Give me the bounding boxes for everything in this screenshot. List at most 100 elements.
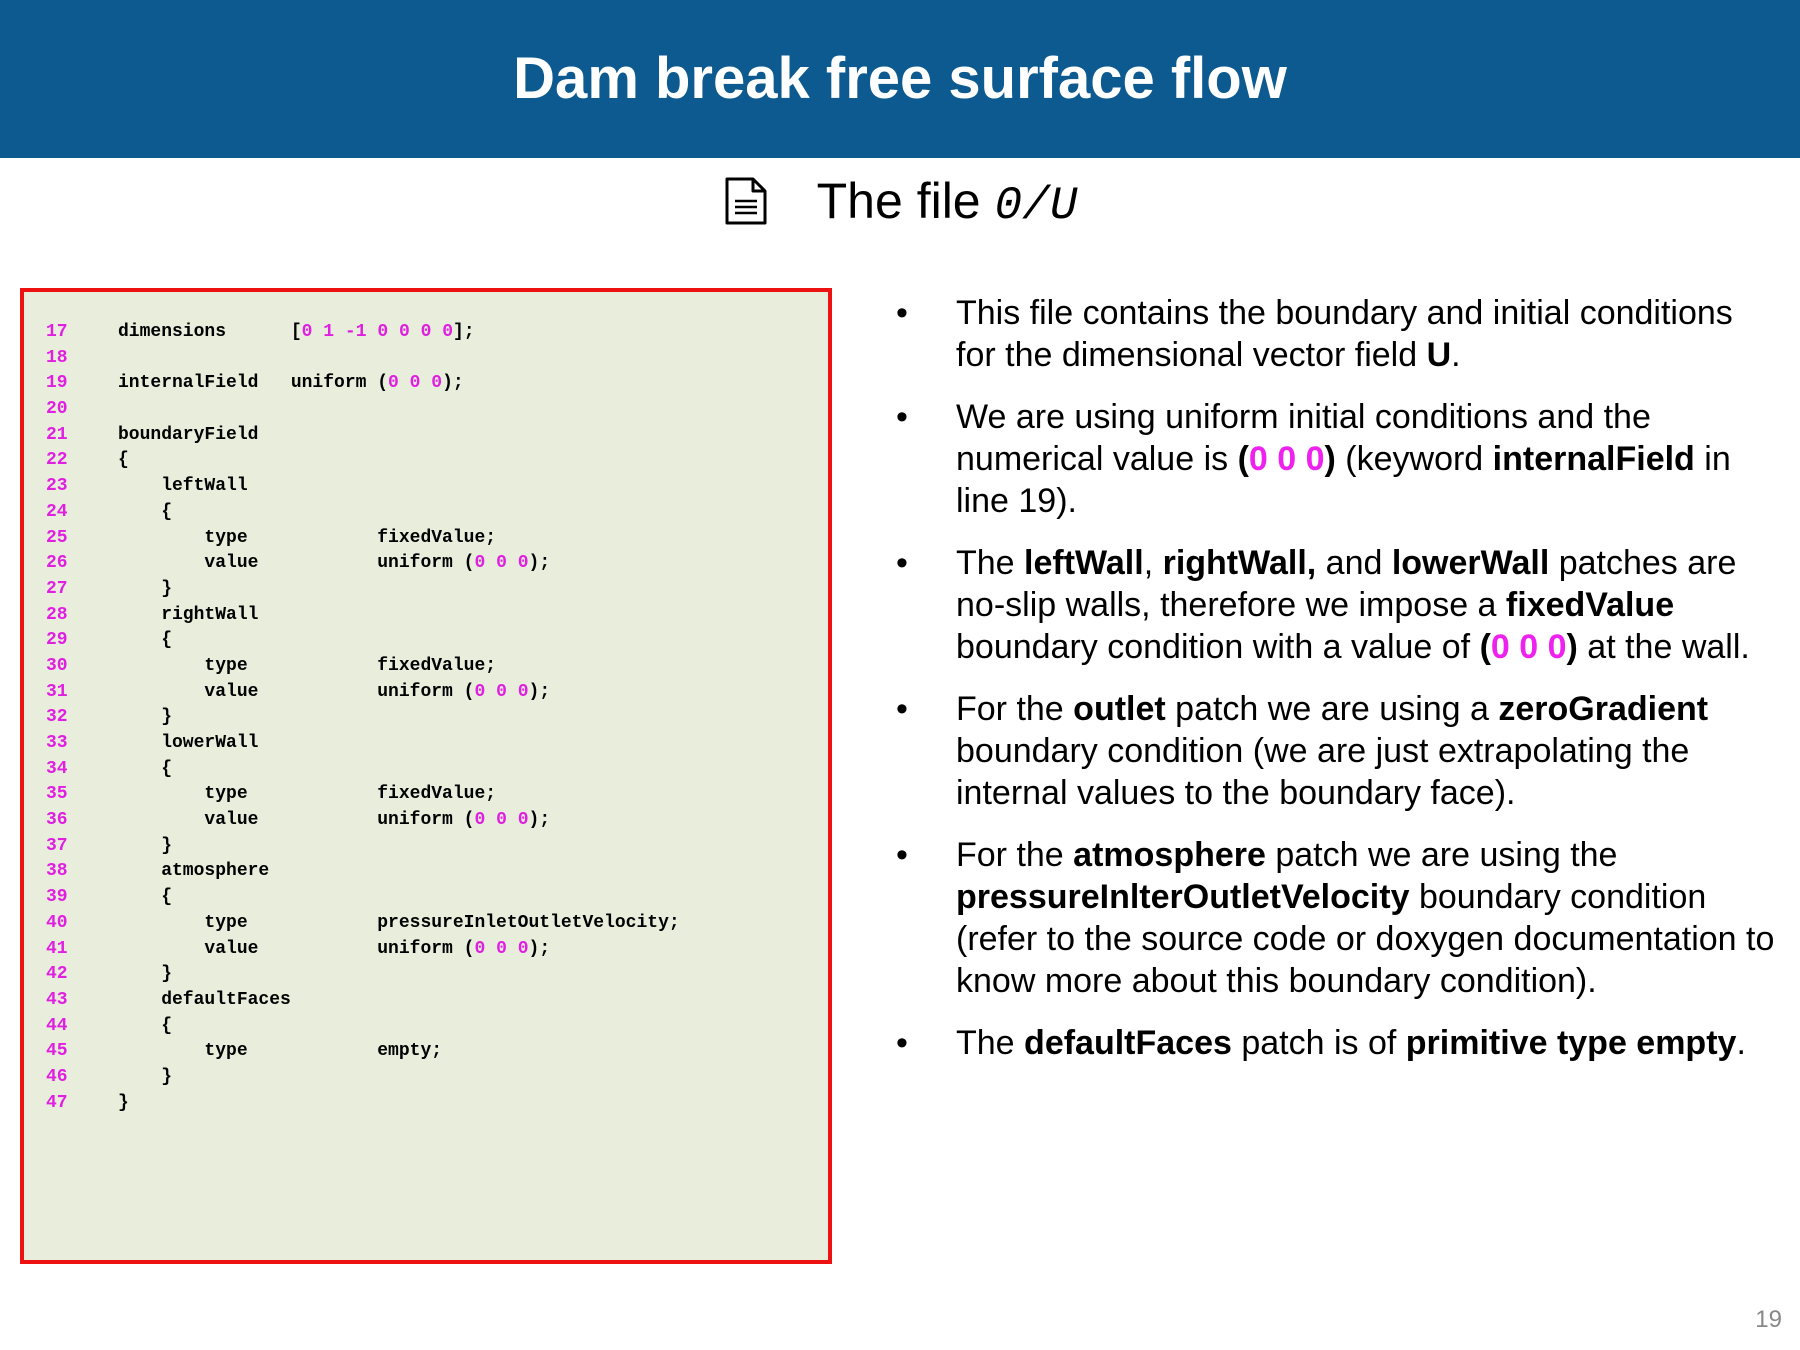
code-text: leftWall [118,476,248,497]
code-text: { [118,758,173,779]
subtitle-prefix: The file [816,173,981,229]
line-number: 20 [46,399,68,420]
code-line: 24 { [46,500,680,526]
bullet-marker: • [896,544,908,582]
code-line: 30 type fixedValue; [46,654,680,680]
bullet-text: The leftWall, rightWall, and lowerWall p… [956,544,1750,666]
bullet-text: For the outlet patch we are using a zero… [956,690,1709,812]
bullet-marker: • [896,690,908,728]
line-number: 33 [46,733,68,753]
line-number: 25 [46,527,68,548]
line-number: 40 [46,912,68,933]
bullet-item: • The defaultFaces patch is of primitive … [896,1022,1776,1064]
line-number: 27 [46,578,68,599]
line-number: 43 [46,989,68,1010]
bullet-marker: • [896,398,908,436]
bullet-item: • This file contains the boundary and ini… [896,292,1776,376]
code-text: { [118,450,129,471]
bullet-text: The defaultFaces patch is of primitive t… [956,1024,1746,1062]
bullet-text: This file contains the boundary and init… [956,294,1733,374]
code-line: 19 internalField uniform (0 0 0); [46,371,680,397]
code-line: 18 [46,346,680,372]
bullet-item: • The leftWall, rightWall, and lowerWall … [896,542,1776,668]
code-text: lowerWall [118,733,259,753]
code-text: type fixedValue; [118,784,497,805]
line-number: 19 [46,373,68,394]
code-text: } [118,835,173,856]
subtitle-filename: 0/U [994,180,1078,232]
code-text: type pressureInletOutletVelocity; [118,912,680,933]
code-line: 38 atmosphere [46,859,680,885]
line-number: 30 [46,655,68,676]
code-line: 22 { [46,448,680,474]
code-text: } [118,964,173,985]
line-number: 42 [46,964,68,985]
code-line: 46 } [46,1065,680,1091]
line-number: 28 [46,604,68,625]
line-number: 31 [46,681,68,702]
code-text: rightWall [118,604,259,625]
code-line: 32 } [46,705,680,731]
code-line: 23 leftWall [46,474,680,500]
code-text: type fixedValue; [118,527,497,548]
code-text: { [118,1015,173,1036]
bullet-item: • We are using uniform initial conditions… [896,396,1776,522]
line-number: 39 [46,887,68,908]
code-text: type empty; [118,1041,443,1062]
code-line: 41 value uniform (0 0 0); [46,937,680,963]
bullet-marker: • [896,836,908,874]
line-number: 44 [46,1015,68,1036]
line-number: 46 [46,1066,68,1087]
line-number: 18 [46,347,68,368]
code-text: dimensions [0 1 -1 0 0 0 0]; [118,322,475,342]
subtitle: The file 0/U [0,168,1800,234]
code-text: { [118,887,173,908]
code-line: 21 boundaryField [46,423,680,449]
page-number: 19 [1755,1306,1782,1333]
code-line: 40 type pressureInletOutletVelocity; [46,911,680,937]
code-line: 28 rightWall [46,603,680,629]
bullet-text: For the atmosphere patch we are using th… [956,836,1775,1000]
code-line: 39 { [46,885,680,911]
line-number: 24 [46,501,68,522]
bullet-marker: • [896,1024,908,1062]
code-text: value uniform (0 0 0); [118,553,551,574]
code-line: 29 { [46,628,680,654]
line-number: 35 [46,784,68,805]
line-number: 45 [46,1041,68,1062]
code-line: 44 { [46,1014,680,1040]
code-line: 25 type fixedValue; [46,526,680,552]
code-text: defaultFaces [118,989,291,1010]
line-number: 22 [46,450,68,471]
line-number: 37 [46,835,68,856]
code-line: 34 { [46,757,680,783]
code-line: 42 } [46,962,680,988]
code-line: 33 lowerWall [46,731,680,757]
code-line: 26 value uniform (0 0 0); [46,551,680,577]
bullet-text: We are using uniform initial conditions … [956,398,1731,520]
code-line: 47} [46,1091,680,1117]
code-text: value uniform (0 0 0); [118,938,551,959]
code-text: value uniform (0 0 0); [118,810,551,831]
line-number: 47 [46,1092,68,1113]
code-text: } [118,707,173,728]
code-line: 17 dimensions [0 1 -1 0 0 0 0]; [46,320,680,346]
code-line: 43 defaultFaces [46,988,680,1014]
line-number: 38 [46,861,68,882]
code-text: value uniform (0 0 0); [118,681,551,702]
code-line: 31 value uniform (0 0 0); [46,680,680,706]
line-number: 34 [46,758,68,779]
line-number: 23 [46,476,68,497]
bullet-marker: • [896,294,908,332]
code-text: { [118,501,173,522]
line-number: 29 [46,630,68,651]
line-number: 21 [46,424,68,445]
code-line: 37 } [46,834,680,860]
bullet-item: • For the atmosphere patch we are using t… [896,834,1776,1002]
line-number: 26 [46,553,68,574]
code-line: 27 } [46,577,680,603]
line-number: 41 [46,938,68,959]
document-icon [723,176,769,226]
line-number: 32 [46,707,68,728]
code-text: atmosphere [118,861,270,882]
